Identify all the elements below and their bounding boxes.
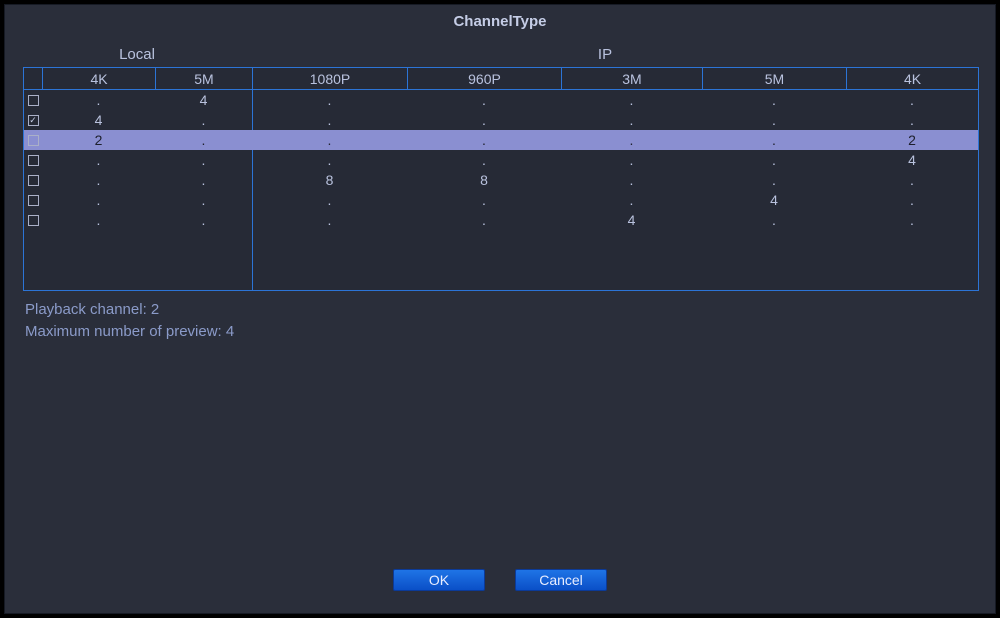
row-checkbox-cell[interactable]	[24, 170, 42, 190]
playback-channel-label: Playback channel: 2	[25, 299, 975, 321]
checkbox-icon[interactable]: ✓	[28, 115, 39, 126]
cell: 2	[42, 130, 155, 150]
checkbox-icon[interactable]	[28, 195, 39, 206]
cell: 2	[846, 130, 978, 150]
cell: .	[702, 150, 846, 170]
cell: .	[155, 210, 252, 230]
cell: 4	[846, 150, 978, 170]
cell: .	[252, 90, 407, 110]
cell: .	[42, 210, 155, 230]
table-row[interactable]: . . 8 8 . . .	[24, 170, 978, 190]
cell: .	[155, 130, 252, 150]
cell: .	[561, 190, 702, 210]
footer-info: Playback channel: 2 Maximum number of pr…	[23, 291, 977, 343]
header-1080p: 1080P	[252, 68, 407, 89]
cancel-button[interactable]: Cancel	[515, 569, 607, 591]
cell: .	[561, 90, 702, 110]
table-body: . 4 . . . . . ✓ 4 . . . . . .	[24, 90, 978, 290]
checkbox-icon[interactable]	[28, 215, 39, 226]
cell: .	[155, 190, 252, 210]
table-row[interactable]: . . . . . 4 .	[24, 190, 978, 210]
row-checkbox-cell[interactable]	[24, 210, 42, 230]
cell: 8	[407, 170, 561, 190]
cell: .	[561, 170, 702, 190]
checkbox-icon[interactable]	[28, 155, 39, 166]
cell: .	[702, 170, 846, 190]
cell: .	[155, 150, 252, 170]
table-row[interactable]: . 4 . . . . .	[24, 90, 978, 110]
cell: .	[252, 190, 407, 210]
cell: 4	[42, 110, 155, 130]
header-4k-local: 4K	[42, 68, 155, 89]
cell: .	[407, 130, 561, 150]
cell: .	[561, 130, 702, 150]
header-960p: 960P	[407, 68, 561, 89]
cell: .	[702, 210, 846, 230]
group-header-local: Local	[23, 46, 233, 63]
ok-button[interactable]: OK	[393, 569, 485, 591]
cell: 4	[702, 190, 846, 210]
channel-type-table: 4K 5M 1080P 960P 3M 5M 4K . 4 . . . .	[23, 67, 979, 291]
table-row[interactable]: 2 . . . . . 2	[24, 130, 978, 150]
content-area: Local IP 4K 5M 1080P 960P 3M 5M 4K . 4	[5, 36, 995, 343]
cell: .	[42, 150, 155, 170]
header-4k-ip: 4K	[846, 68, 978, 89]
group-header-ip: IP	[233, 46, 977, 63]
row-checkbox-cell[interactable]	[24, 150, 42, 170]
cell: .	[846, 90, 978, 110]
cell: .	[42, 170, 155, 190]
row-checkbox-cell[interactable]: ✓	[24, 110, 42, 130]
column-group-headers: Local IP	[23, 46, 977, 67]
cell: .	[846, 210, 978, 230]
header-5m-local: 5M	[155, 68, 252, 89]
header-5m-ip: 5M	[702, 68, 846, 89]
cell: .	[561, 150, 702, 170]
row-checkbox-cell[interactable]	[24, 190, 42, 210]
cell: .	[155, 170, 252, 190]
cell: 4	[155, 90, 252, 110]
cell: .	[252, 150, 407, 170]
cell: .	[846, 170, 978, 190]
cell: .	[407, 190, 561, 210]
cell: 8	[252, 170, 407, 190]
cell: .	[702, 130, 846, 150]
checkbox-icon[interactable]	[28, 175, 39, 186]
cell: .	[42, 90, 155, 110]
cell: .	[846, 190, 978, 210]
cell: .	[252, 130, 407, 150]
cell: .	[702, 110, 846, 130]
header-3m: 3M	[561, 68, 702, 89]
cell: .	[561, 110, 702, 130]
max-preview-label: Maximum number of preview: 4	[25, 321, 975, 343]
table-row[interactable]: . . . . . . 4	[24, 150, 978, 170]
cell: .	[407, 90, 561, 110]
row-checkbox-cell[interactable]	[24, 130, 42, 150]
header-checkbox-col	[24, 68, 42, 89]
cell: .	[155, 110, 252, 130]
cell: .	[702, 90, 846, 110]
checkbox-icon[interactable]	[28, 95, 39, 106]
cell: .	[252, 110, 407, 130]
dialog-title: ChannelType	[5, 5, 995, 36]
cell: .	[407, 150, 561, 170]
cell: .	[846, 110, 978, 130]
cell: .	[252, 210, 407, 230]
row-checkbox-cell[interactable]	[24, 90, 42, 110]
table-body-padding	[24, 230, 978, 290]
dialog-buttons: OK Cancel	[5, 569, 995, 591]
table-row[interactable]: ✓ 4 . . . . . .	[24, 110, 978, 130]
cell: .	[407, 210, 561, 230]
table-header-row: 4K 5M 1080P 960P 3M 5M 4K	[24, 68, 978, 90]
cell: .	[407, 110, 561, 130]
cell: 4	[561, 210, 702, 230]
cell: .	[42, 190, 155, 210]
checkbox-icon[interactable]	[28, 135, 39, 146]
table-row[interactable]: . . . . 4 . .	[24, 210, 978, 230]
channel-type-dialog: ChannelType Local IP 4K 5M 1080P 960P 3M…	[4, 4, 996, 614]
